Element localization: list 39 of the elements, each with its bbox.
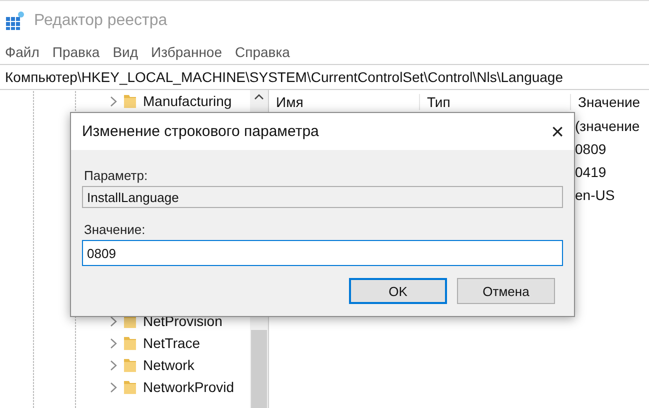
column-header[interactable]: Значение	[571, 94, 640, 110]
menu-item[interactable]: Файл	[5, 44, 40, 60]
column-header[interactable]: Тип	[420, 94, 571, 110]
table-cell-text: 0809	[575, 140, 608, 158]
column-header[interactable]: Имя	[269, 94, 420, 110]
menu-item[interactable]: Справка	[235, 44, 290, 60]
parameter-field[interactable]: InstallLanguage	[82, 186, 563, 208]
tree-item[interactable]: Manufacturing	[143, 93, 232, 109]
folder-icon	[124, 336, 136, 350]
tree-item[interactable]: NetTrace	[143, 335, 200, 351]
registry-icon	[5, 10, 25, 30]
parameter-label: Параметр:	[84, 168, 149, 183]
table-cell-text: 0419	[575, 162, 608, 182]
menu-item[interactable]: Правка	[52, 44, 100, 60]
folder-icon	[124, 94, 136, 108]
chevron-right-icon[interactable]	[110, 360, 117, 370]
menu-item[interactable]: Вид	[112, 44, 138, 60]
ok-button[interactable]: OK	[349, 278, 447, 304]
chevron-right-icon[interactable]	[110, 316, 117, 326]
dialog-title: Изменение строкового параметра	[82, 123, 319, 140]
menu-item[interactable]: Избранное	[151, 44, 222, 60]
close-button[interactable]: ×	[551, 120, 564, 142]
tree-item[interactable]: Network	[143, 357, 194, 373]
cancel-button[interactable]: Отмена	[457, 278, 555, 304]
folder-icon	[124, 358, 136, 372]
chevron-right-icon[interactable]	[110, 338, 117, 348]
value-label: Значение:	[84, 222, 146, 237]
value-field[interactable]: 0809	[82, 240, 563, 266]
address-path[interactable]: Компьютер\HKEY_LOCAL_MACHINE\SYSTEM\CurrentControlSet\Control\Nls\Language	[5, 69, 563, 85]
scroll-up-icon[interactable]	[254, 94, 264, 100]
table-cell-text: (значение	[575, 116, 641, 136]
chevron-right-icon[interactable]	[110, 382, 117, 392]
window-title: Редактор реестра	[34, 12, 168, 30]
tree-item[interactable]: NetworkProvid	[143, 379, 234, 395]
scrollbar-thumb[interactable]	[251, 330, 267, 408]
folder-icon	[124, 380, 136, 394]
chevron-right-icon[interactable]	[110, 96, 117, 106]
table-cell-text: en-US	[575, 186, 616, 204]
tree-item[interactable]: NetProvision	[143, 313, 222, 329]
